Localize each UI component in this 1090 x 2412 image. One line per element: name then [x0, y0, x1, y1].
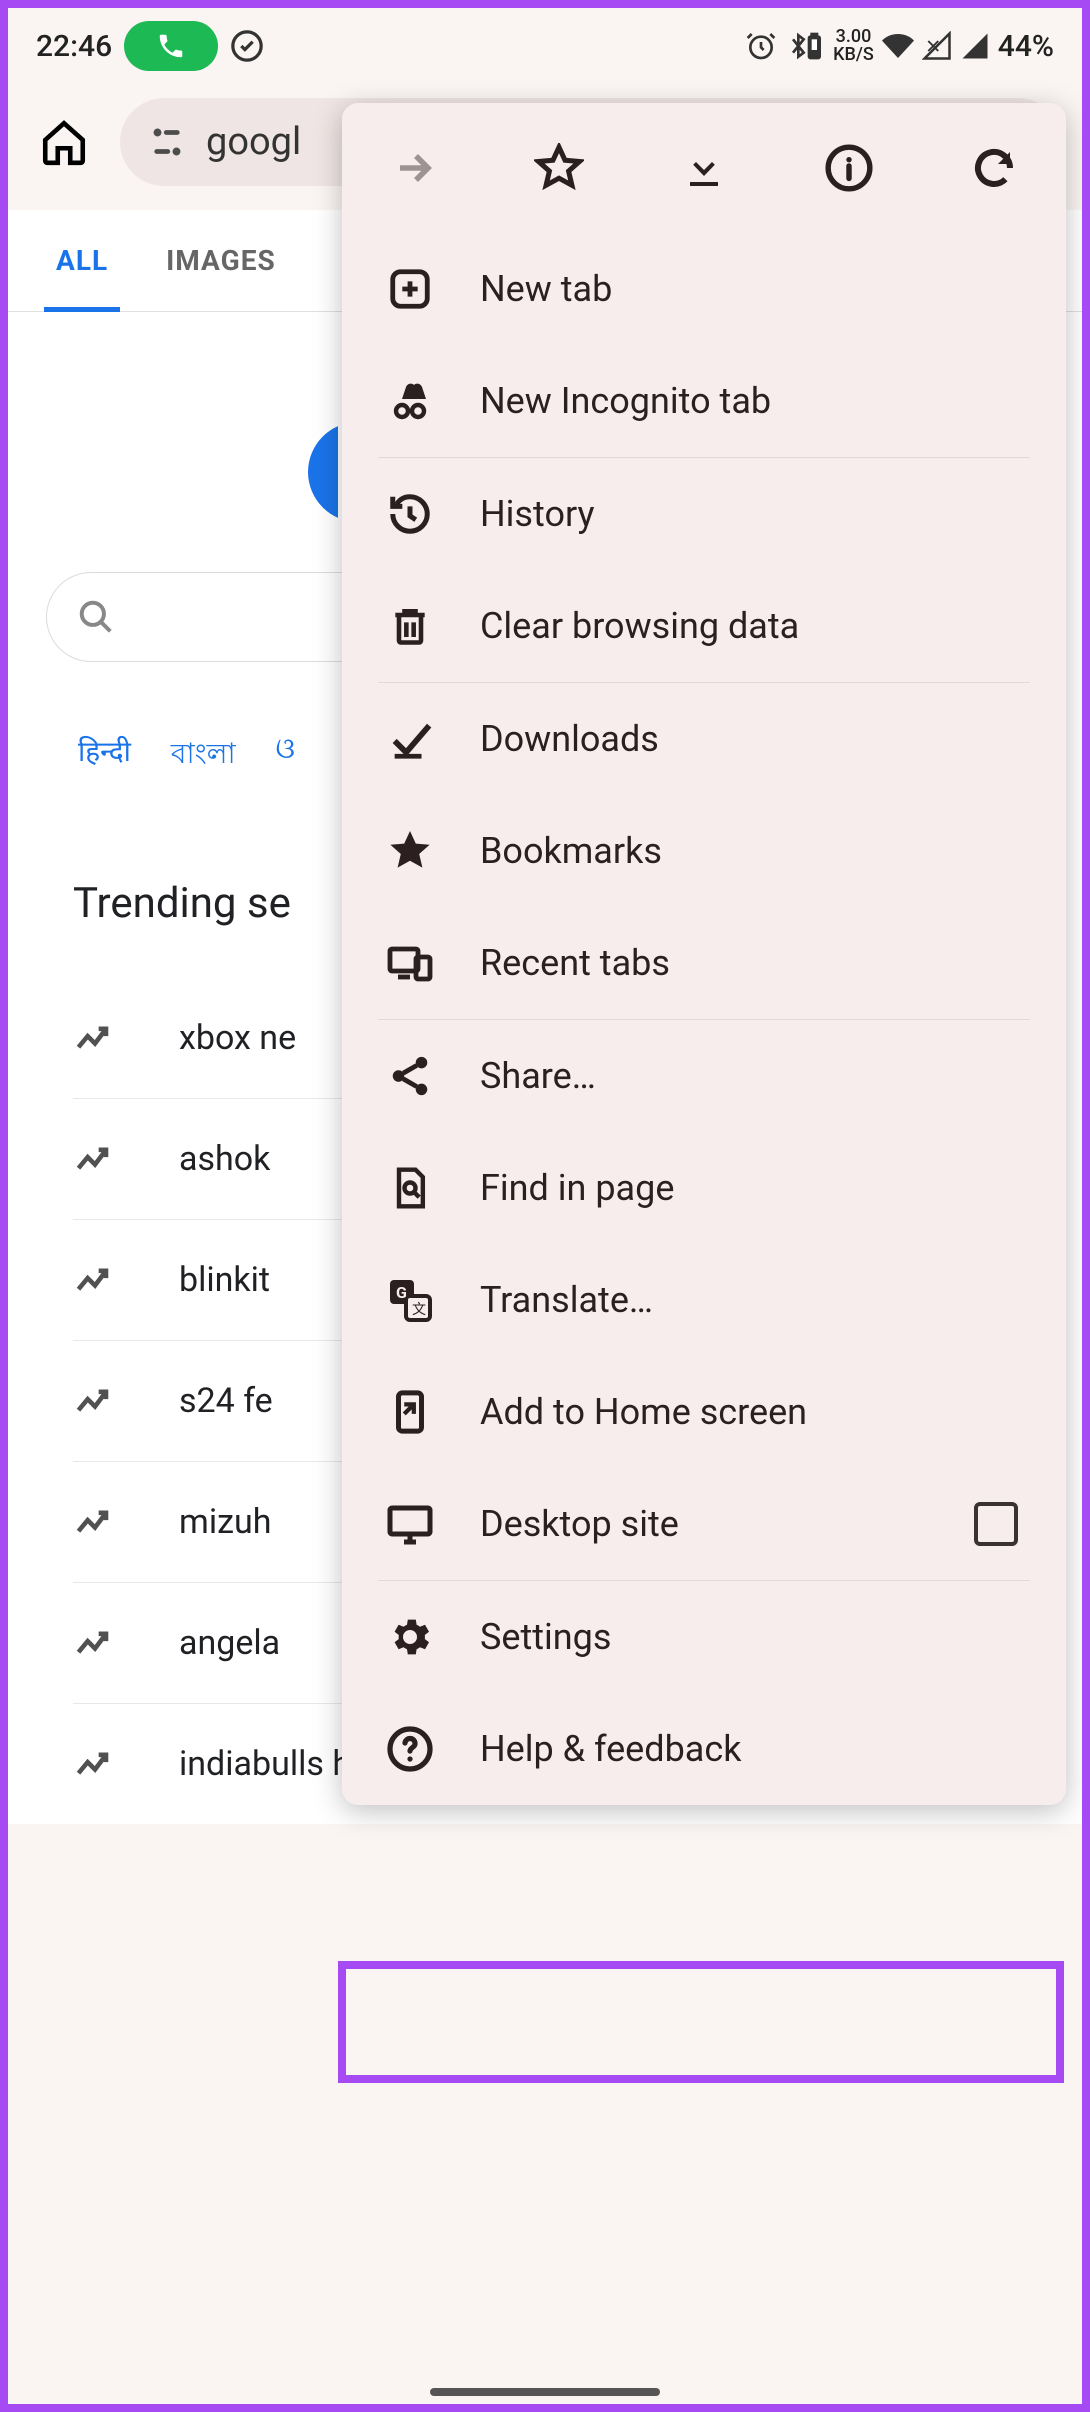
search-icon	[77, 598, 115, 636]
page-info-button[interactable]	[817, 136, 881, 200]
site-settings-icon	[148, 123, 186, 161]
alarm-icon	[745, 30, 777, 62]
network-speed: 3.00KB/S	[833, 28, 874, 64]
menu-new-tab[interactable]: New tab	[342, 233, 1066, 345]
menu-downloads[interactable]: Downloads	[342, 683, 1066, 795]
menu-clear-data[interactable]: Clear browsing data	[342, 570, 1066, 682]
menu-translate[interactable]: G文 Translate…	[342, 1244, 1066, 1356]
menu-history[interactable]: History	[342, 458, 1066, 570]
find-in-page-icon	[386, 1164, 434, 1212]
svg-text:文: 文	[412, 1302, 426, 1318]
trending-label: ashok	[179, 1139, 270, 1179]
trending-icon	[73, 1742, 117, 1786]
menu-bookmarks[interactable]: Bookmarks	[342, 795, 1066, 907]
add-home-icon	[386, 1388, 434, 1436]
tab-images[interactable]: IMAGES	[156, 210, 286, 311]
trending-icon	[73, 1379, 117, 1423]
navigation-pill[interactable]	[430, 2388, 660, 2396]
help-icon	[386, 1725, 434, 1773]
menu-label: Add to Home screen	[480, 1391, 807, 1433]
menu-label: Share…	[480, 1055, 596, 1097]
menu-label: Recent tabs	[480, 942, 670, 984]
menu-label: Find in page	[480, 1167, 674, 1209]
svg-text:G: G	[396, 1283, 407, 1302]
trending-label: s24 fe	[179, 1381, 273, 1421]
menu-label: Clear browsing data	[480, 605, 799, 647]
new-tab-icon	[386, 265, 434, 313]
gear-icon	[386, 1613, 434, 1661]
menu-label: Bookmarks	[480, 830, 662, 872]
star-filled-icon	[386, 827, 434, 875]
trending-icon	[73, 1016, 117, 1060]
devices-icon	[386, 939, 434, 987]
menu-share[interactable]: Share…	[342, 1020, 1066, 1132]
home-button[interactable]	[28, 106, 100, 178]
signal-2-icon	[960, 31, 990, 61]
desktop-icon	[386, 1500, 434, 1548]
url-text: googl	[206, 120, 301, 164]
trending-label: blinkit	[179, 1260, 270, 1300]
lang-third[interactable]: ଓ	[276, 732, 295, 779]
bluetooth-battery-icon	[785, 30, 825, 62]
signal-1-icon	[922, 31, 952, 61]
trending-icon	[73, 1500, 117, 1544]
incognito-icon	[386, 377, 434, 425]
menu-desktop-site[interactable]: Desktop site	[342, 1468, 1066, 1580]
menu-label: Downloads	[480, 718, 659, 760]
lang-bangla[interactable]: বাংলা	[171, 732, 236, 779]
forward-button[interactable]	[382, 136, 446, 200]
trending-icon	[73, 1258, 117, 1302]
menu-recent-tabs[interactable]: Recent tabs	[342, 907, 1066, 1019]
menu-label: New tab	[480, 268, 612, 310]
settings-highlight-annotation	[338, 1961, 1064, 2083]
menu-label: History	[480, 493, 595, 535]
menu-add-home[interactable]: Add to Home screen	[342, 1356, 1066, 1468]
bookmark-star-button[interactable]	[527, 136, 591, 200]
downloads-check-icon	[386, 715, 434, 763]
menu-label: Translate…	[480, 1279, 653, 1321]
tab-all[interactable]: ALL	[46, 210, 118, 311]
battery-percent: 44%	[998, 29, 1054, 64]
menu-label: Desktop site	[480, 1503, 679, 1545]
menu-help[interactable]: Help & feedback	[342, 1693, 1066, 1805]
phone-call-indicator[interactable]	[124, 21, 218, 71]
menu-find-in-page[interactable]: Find in page	[342, 1132, 1066, 1244]
menu-settings[interactable]: Settings	[342, 1581, 1066, 1693]
trending-label: mizuh	[179, 1502, 271, 1542]
wifi-icon	[882, 30, 914, 62]
checkmark-circle-icon	[230, 29, 264, 63]
trending-icon	[73, 1137, 117, 1181]
menu-incognito[interactable]: New Incognito tab	[342, 345, 1066, 457]
reload-button[interactable]	[962, 136, 1026, 200]
trending-label: xbox ne	[179, 1018, 296, 1058]
menu-label: New Incognito tab	[480, 380, 771, 422]
status-bar: 22:46 3.00KB/S 44%	[8, 8, 1082, 80]
translate-icon: G文	[386, 1276, 434, 1324]
menu-label: Help & feedback	[480, 1728, 741, 1770]
status-time: 22:46	[36, 29, 112, 64]
lang-hindi[interactable]: हिन्दी	[78, 732, 131, 779]
trash-icon	[386, 602, 434, 650]
desktop-site-checkbox[interactable]	[974, 1502, 1018, 1546]
download-button[interactable]	[672, 136, 736, 200]
history-icon	[386, 490, 434, 538]
browser-overflow-menu: New tab New Incognito tab History Clear …	[342, 103, 1066, 1805]
share-icon	[386, 1052, 434, 1100]
menu-label: Settings	[480, 1616, 611, 1658]
trending-label: angela	[179, 1623, 280, 1663]
trending-icon	[73, 1621, 117, 1665]
